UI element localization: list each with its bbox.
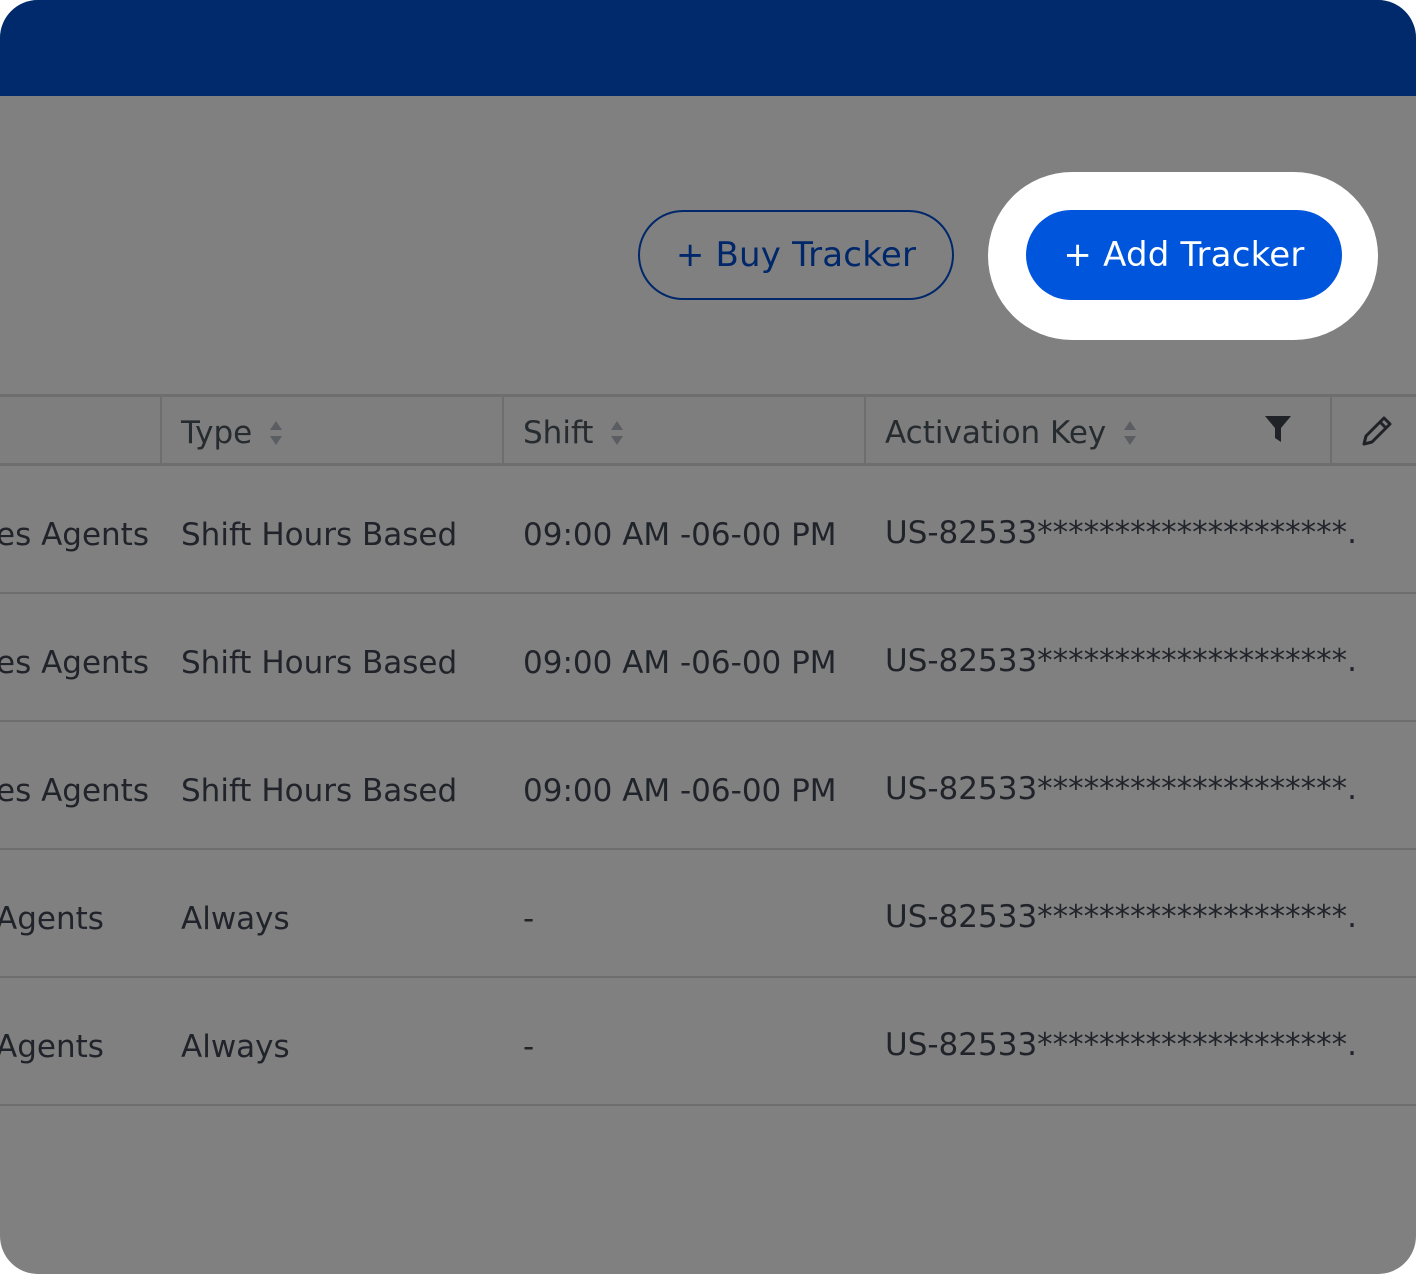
buy-tracker-button[interactable]: + Buy Tracker [638, 210, 954, 300]
cell-activation-key: US-82533********************. [885, 643, 1358, 679]
sort-icon[interactable] [611, 421, 624, 445]
sort-icon[interactable] [270, 421, 283, 445]
cell-shift: 09:00 AM -06-00 PM [523, 517, 837, 553]
cell-shift: - [523, 901, 535, 937]
cell-type: Shift Hours Based [181, 773, 458, 809]
column-header-label: Shift [523, 415, 594, 451]
cell-type: Always [181, 1029, 290, 1065]
column-header-label: Activation Key [885, 415, 1107, 451]
pencil-icon[interactable] [1358, 412, 1396, 450]
column-header-shift[interactable]: Shift [523, 413, 624, 453]
cell-group: Agents [0, 1029, 104, 1065]
cell-activation-key: US-82533********************. [885, 1027, 1358, 1063]
column-divider [864, 397, 866, 465]
column-divider [502, 397, 504, 465]
cell-activation-key: US-82533********************. [885, 771, 1358, 807]
cell-type: Always [181, 901, 290, 937]
cell-type: Shift Hours Based [181, 645, 458, 681]
column-header-label: Type [181, 415, 253, 451]
cell-group: Agents [0, 901, 104, 937]
filter-icon[interactable] [1263, 414, 1293, 444]
app-frame: + Buy Tracker + Add Tracker Type Shift A… [0, 0, 1416, 1274]
row-divider [0, 976, 1416, 978]
cell-shift: 09:00 AM -06-00 PM [523, 645, 837, 681]
cell-group: es Agents [0, 645, 149, 681]
cell-shift: - [523, 1029, 535, 1065]
column-divider [1330, 397, 1332, 465]
table-header-bottom-border [0, 463, 1416, 466]
sort-icon[interactable] [1124, 421, 1137, 445]
row-divider [0, 592, 1416, 594]
cell-type: Shift Hours Based [181, 517, 458, 553]
cell-shift: 09:00 AM -06-00 PM [523, 773, 837, 809]
column-divider [160, 397, 162, 465]
column-header-activation-key[interactable]: Activation Key [885, 413, 1137, 453]
row-divider [0, 848, 1416, 850]
cell-activation-key: US-82533********************. [885, 899, 1358, 935]
cell-group: es Agents [0, 517, 149, 553]
table-header-top-border [0, 394, 1416, 397]
column-header-type[interactable]: Type [181, 413, 283, 453]
cell-group: es Agents [0, 773, 149, 809]
row-divider [0, 1104, 1416, 1106]
cell-activation-key: US-82533********************. [885, 515, 1358, 551]
row-divider [0, 720, 1416, 722]
top-navigation-bar [0, 0, 1416, 96]
add-tracker-button[interactable]: + Add Tracker [1026, 210, 1342, 300]
